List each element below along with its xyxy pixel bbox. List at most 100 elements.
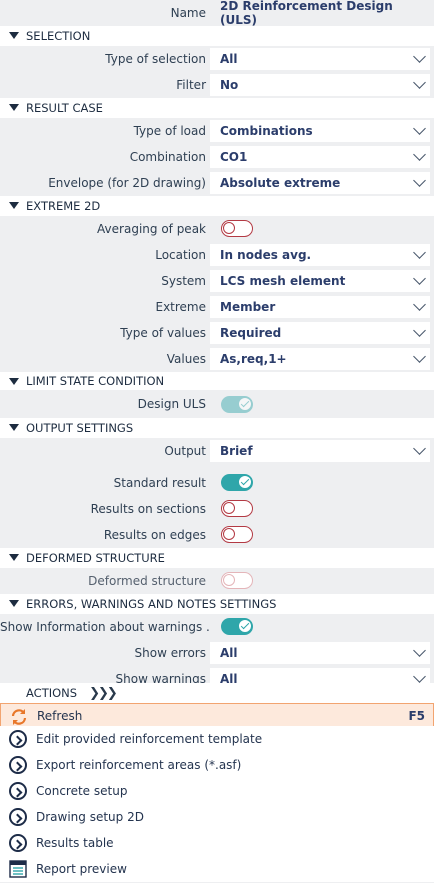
- section-errors-warnings[interactable]: ERRORS, WARNINGS AND NOTES SETTINGS: [0, 594, 434, 614]
- design-uls-label: Design ULS: [137, 397, 206, 411]
- section-output-settings[interactable]: OUTPUT SETTINGS: [0, 418, 434, 438]
- section-title: OUTPUT SETTINGS: [26, 421, 134, 435]
- name-value[interactable]: 2D Reinforcement Design (ULS): [210, 0, 430, 27]
- deformed-structure-label: Deformed structure: [88, 574, 206, 588]
- envelope-row: Envelope (for 2D drawing) Absolute extrem…: [0, 170, 434, 196]
- chevron-circle-icon: [9, 730, 27, 748]
- type-of-selection-label: Type of selection: [105, 52, 206, 66]
- collapse-triangle-icon[interactable]: [9, 600, 19, 607]
- concrete-setup-action[interactable]: Concrete setup: [0, 778, 434, 804]
- edit-reinforcement-template-action[interactable]: Edit provided reinforcement template: [0, 726, 434, 752]
- chevron-down-icon: [413, 442, 426, 455]
- type-of-selection-value: All: [220, 52, 238, 66]
- location-row: Location In nodes avg.: [0, 242, 434, 268]
- section-limit-state[interactable]: LIMIT STATE CONDITION: [0, 372, 434, 390]
- double-chevron-right-icon[interactable]: ❯❯❯: [89, 686, 118, 701]
- chevron-down-icon: [413, 246, 426, 259]
- section-selection[interactable]: SELECTION: [0, 26, 434, 46]
- results-on-edges-row: Results on edges: [0, 522, 434, 548]
- results-on-sections-toggle[interactable]: [221, 500, 253, 517]
- deformed-structure-row: Deformed structure: [0, 568, 434, 594]
- toggle-knob: [223, 574, 235, 586]
- output-dropdown[interactable]: Brief: [210, 440, 430, 462]
- name-label: Name: [170, 6, 206, 20]
- envelope-label: Envelope (for 2D drawing): [48, 176, 206, 190]
- standard-result-label: Standard result: [113, 476, 206, 490]
- show-errors-row: Show errors All: [0, 640, 434, 666]
- section-extreme-2d[interactable]: EXTREME 2D: [0, 196, 434, 216]
- section-deformed-structure[interactable]: DEFORMED STRUCTURE: [0, 548, 434, 568]
- chevron-down-icon: [413, 50, 426, 63]
- toggle-knob: [223, 502, 235, 514]
- drawing-setup-2d-action[interactable]: Drawing setup 2D: [0, 804, 434, 830]
- values-label: Values: [166, 352, 206, 366]
- filter-dropdown[interactable]: No: [210, 74, 430, 96]
- system-row: System LCS mesh element: [0, 268, 434, 294]
- combination-dropdown[interactable]: CO1: [210, 146, 430, 168]
- combination-row: Combination CO1: [0, 144, 434, 170]
- show-information-toggle[interactable]: [221, 618, 253, 635]
- section-title: ERRORS, WARNINGS AND NOTES SETTINGS: [26, 597, 277, 611]
- section-title: RESULT CASE: [26, 101, 103, 115]
- design-uls-row: Design ULS: [0, 390, 434, 418]
- filter-row: Filter No: [0, 72, 434, 98]
- show-information-label: Show Information about warnings ...: [0, 620, 210, 634]
- values-dropdown[interactable]: As,req,1+: [210, 348, 430, 370]
- envelope-value: Absolute extreme: [220, 176, 341, 190]
- system-value: LCS mesh element: [220, 274, 346, 288]
- collapse-triangle-icon[interactable]: [9, 104, 19, 111]
- refresh-icon: [11, 709, 27, 725]
- section-title: EXTREME 2D: [26, 199, 101, 213]
- show-errors-dropdown[interactable]: All: [210, 642, 430, 664]
- averaging-label: Averaging of peak: [97, 222, 206, 236]
- values-value: As,req,1+: [220, 352, 287, 366]
- values-row: Values As,req,1+: [0, 346, 434, 372]
- system-dropdown[interactable]: LCS mesh element: [210, 270, 430, 292]
- type-of-values-dropdown[interactable]: Required: [210, 322, 430, 344]
- results-on-edges-toggle[interactable]: [221, 526, 253, 543]
- filter-label: Filter: [176, 78, 206, 92]
- chevron-down-icon: [413, 174, 426, 187]
- collapse-triangle-icon[interactable]: [9, 554, 19, 561]
- action-label: Concrete setup: [36, 784, 128, 798]
- action-label: Report preview: [36, 862, 127, 876]
- standard-result-toggle[interactable]: [221, 474, 253, 491]
- refresh-shortcut: F5: [408, 709, 425, 723]
- report-preview-action[interactable]: Report preview: [0, 856, 434, 882]
- toggle-knob: [223, 528, 235, 540]
- export-reinforcement-areas-action[interactable]: Export reinforcement areas (*.asf): [0, 752, 434, 778]
- action-label: Edit provided reinforcement template: [36, 732, 263, 746]
- location-dropdown[interactable]: In nodes avg.: [210, 244, 430, 266]
- type-of-selection-dropdown[interactable]: All: [210, 48, 430, 70]
- results-table-action[interactable]: Results table: [0, 830, 434, 856]
- toggle-knob: [239, 476, 251, 488]
- averaging-row: Averaging of peak: [0, 216, 434, 242]
- type-of-load-value: Combinations: [220, 124, 313, 138]
- type-of-load-row: Type of load Combinations: [0, 118, 434, 144]
- collapse-triangle-icon[interactable]: [9, 202, 19, 209]
- averaging-toggle[interactable]: [221, 220, 253, 237]
- type-of-load-dropdown[interactable]: Combinations: [210, 120, 430, 142]
- action-label: Results table: [36, 836, 114, 850]
- action-label: Drawing setup 2D: [36, 810, 144, 824]
- location-label: Location: [155, 248, 206, 262]
- envelope-dropdown[interactable]: Absolute extreme: [210, 172, 430, 194]
- extreme-dropdown[interactable]: Member: [210, 296, 430, 318]
- collapse-triangle-icon[interactable]: [9, 32, 19, 39]
- collapse-triangle-icon[interactable]: [9, 378, 19, 385]
- collapse-triangle-icon[interactable]: [9, 424, 19, 431]
- refresh-label: Refresh: [37, 709, 83, 723]
- design-uls-toggle: [221, 396, 253, 413]
- show-errors-label: Show errors: [134, 646, 207, 660]
- chevron-down-icon: [413, 272, 426, 285]
- output-value: Brief: [220, 444, 253, 458]
- actions-header[interactable]: ACTIONS ❯❯❯: [0, 683, 434, 703]
- combination-label: Combination: [129, 150, 206, 164]
- toggle-knob: [239, 398, 251, 410]
- section-result-case[interactable]: RESULT CASE: [0, 98, 434, 118]
- chevron-down-icon: [413, 644, 426, 657]
- chevron-down-icon: [413, 76, 426, 89]
- chevron-down-icon: [413, 298, 426, 311]
- output-row: Output Brief: [0, 438, 434, 464]
- name-row: Name 2D Reinforcement Design (ULS): [0, 0, 434, 27]
